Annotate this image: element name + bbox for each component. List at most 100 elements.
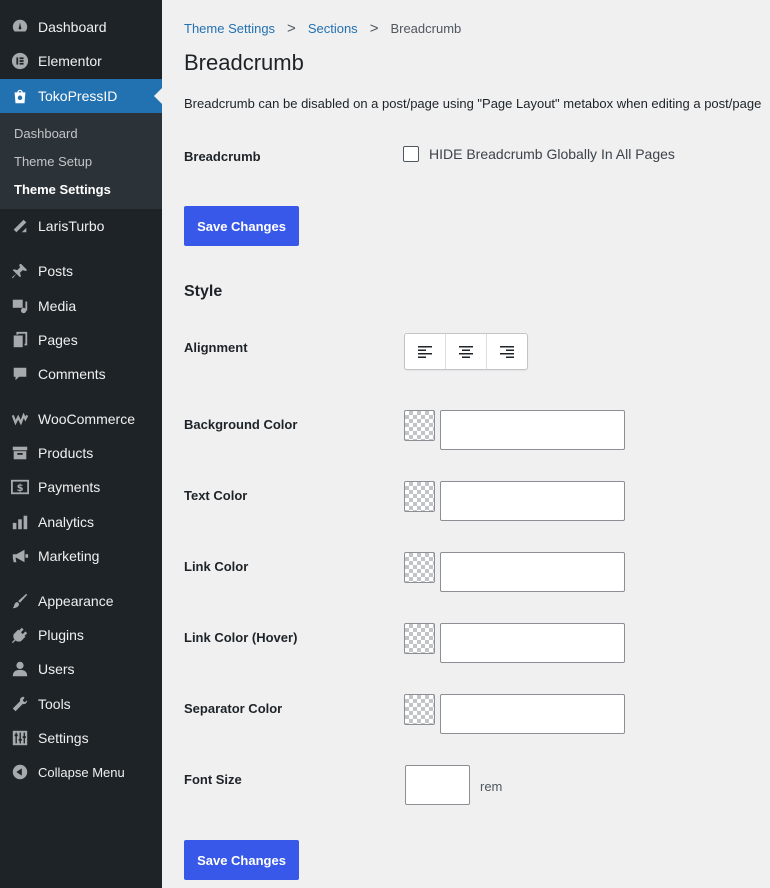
pages-icon bbox=[10, 330, 30, 350]
megaphone-icon bbox=[10, 546, 30, 566]
user-icon bbox=[10, 659, 30, 679]
sidebar-item-label: TokoPressID bbox=[38, 88, 118, 104]
style-section-title: Style bbox=[184, 283, 223, 300]
text-color-swatch[interactable] bbox=[404, 481, 435, 512]
alignment-label: Alignment bbox=[184, 340, 248, 355]
sidebar-item-posts[interactable]: Posts bbox=[0, 254, 162, 288]
sidebar-item-media[interactable]: Media bbox=[0, 289, 162, 323]
sidebar-item-woocommerce[interactable]: WooCommerce bbox=[0, 402, 162, 436]
breadcrumb-separator: > bbox=[369, 20, 379, 37]
sidebar-item-label: Elementor bbox=[38, 53, 102, 69]
sidebar-item-label: Appearance bbox=[38, 593, 114, 609]
collapse-arrow-icon bbox=[10, 762, 30, 782]
sidebar-item-pages[interactable]: Pages bbox=[0, 323, 162, 357]
link-color-input[interactable] bbox=[440, 552, 625, 592]
sidebar-item-appearance[interactable]: Appearance bbox=[0, 584, 162, 618]
sidebar-item-label: Payments bbox=[38, 479, 101, 495]
sidebar-item-label: WooCommerce bbox=[38, 411, 135, 427]
text-color-label: Text Color bbox=[184, 488, 248, 503]
sliders-icon bbox=[10, 728, 30, 748]
hide-breadcrumb-option[interactable]: HIDE Breadcrumb Globally In All Pages bbox=[403, 146, 675, 162]
wrench-icon bbox=[10, 694, 30, 714]
breadcrumb-current: Breadcrumb bbox=[390, 21, 462, 36]
link-color-hover-swatch[interactable] bbox=[404, 623, 435, 654]
archive-icon bbox=[10, 443, 30, 463]
sidebar-item-label: Products bbox=[38, 445, 94, 461]
background-color-input[interactable] bbox=[440, 410, 625, 450]
dashboard-icon bbox=[10, 17, 30, 37]
payment-icon: $ bbox=[10, 477, 30, 497]
hide-breadcrumb-label: HIDE Breadcrumb Globally In All Pages bbox=[429, 146, 675, 162]
link-color-label: Link Color bbox=[184, 559, 249, 574]
background-color-label: Background Color bbox=[184, 417, 298, 432]
submenu-item-theme-setup[interactable]: Theme Setup bbox=[14, 154, 92, 169]
plugin-icon bbox=[10, 625, 30, 645]
sidebar-item-comments[interactable]: Comments bbox=[0, 357, 162, 391]
font-size-input[interactable] bbox=[405, 765, 470, 805]
elementor-icon bbox=[10, 51, 30, 71]
sidebar-item-payments[interactable]: $ Payments bbox=[0, 470, 162, 504]
woocommerce-icon bbox=[10, 409, 30, 429]
bar-chart-icon bbox=[10, 512, 30, 532]
main-content: Theme Settings > Sections > Breadcrumb B… bbox=[162, 0, 770, 888]
page-description: Breadcrumb can be disabled on a post/pag… bbox=[184, 96, 762, 111]
paintbrush-icon bbox=[10, 591, 30, 611]
sidebar-item-label: Tools bbox=[38, 696, 71, 712]
admin-sidebar: Dashboard Elementor TokoPressID Dashboar… bbox=[0, 0, 162, 888]
align-center-icon bbox=[459, 345, 473, 358]
comment-icon bbox=[10, 364, 30, 384]
media-icon bbox=[10, 296, 30, 316]
align-left-icon bbox=[418, 345, 432, 358]
sidebar-item-analytics[interactable]: Analytics bbox=[0, 505, 162, 539]
submenu-item-dashboard[interactable]: Dashboard bbox=[14, 126, 78, 141]
sidebar-item-elementor[interactable]: Elementor bbox=[0, 44, 162, 78]
breadcrumb-field-label: Breadcrumb bbox=[184, 149, 261, 164]
align-left-button[interactable] bbox=[405, 334, 446, 369]
alignment-button-group bbox=[404, 333, 528, 370]
page-title: Breadcrumb bbox=[184, 50, 304, 75]
tokopress-submenu: Dashboard Theme Setup Theme Settings bbox=[0, 113, 162, 209]
svg-text:$: $ bbox=[17, 483, 24, 494]
sidebar-item-label: LarisTurbo bbox=[38, 218, 105, 234]
sidebar-item-products[interactable]: Products bbox=[0, 436, 162, 470]
background-color-swatch[interactable] bbox=[404, 410, 435, 441]
sidebar-item-label: Users bbox=[38, 661, 75, 677]
collapse-menu-button[interactable]: Collapse Menu bbox=[0, 755, 162, 789]
save-changes-button-bottom[interactable]: Save Changes bbox=[184, 840, 299, 880]
link-color-swatch[interactable] bbox=[404, 552, 435, 583]
align-right-button[interactable] bbox=[487, 334, 527, 369]
sidebar-item-label: Marketing bbox=[38, 548, 100, 564]
sidebar-item-label: Settings bbox=[38, 730, 89, 746]
separator-color-swatch[interactable] bbox=[404, 694, 435, 725]
laristurbo-icon bbox=[10, 216, 30, 236]
tokopress-bag-icon bbox=[10, 86, 30, 106]
sidebar-item-laristurbo[interactable]: LarisTurbo bbox=[0, 209, 162, 243]
sidebar-item-marketing[interactable]: Marketing bbox=[0, 539, 162, 573]
sidebar-item-label: Analytics bbox=[38, 514, 95, 530]
sidebar-item-plugins[interactable]: Plugins bbox=[0, 618, 162, 652]
link-color-hover-label: Link Color (Hover) bbox=[184, 630, 298, 645]
separator-color-input[interactable] bbox=[440, 694, 625, 734]
align-right-icon bbox=[500, 345, 514, 358]
sidebar-item-tools[interactable]: Tools bbox=[0, 687, 162, 721]
sidebar-item-label: Comments bbox=[38, 366, 106, 382]
sidebar-item-label: Media bbox=[38, 298, 77, 314]
sidebar-item-settings[interactable]: Settings bbox=[0, 721, 162, 755]
link-color-hover-input[interactable] bbox=[440, 623, 625, 663]
sidebar-item-users[interactable]: Users bbox=[0, 652, 162, 686]
save-changes-button[interactable]: Save Changes bbox=[184, 206, 299, 246]
pushpin-icon bbox=[10, 261, 30, 281]
sidebar-item-dashboard[interactable]: Dashboard bbox=[0, 10, 162, 44]
sidebar-item-label: Collapse Menu bbox=[38, 764, 125, 780]
separator-color-label: Separator Color bbox=[184, 701, 283, 716]
font-size-label: Font Size bbox=[184, 772, 242, 787]
align-center-button[interactable] bbox=[446, 334, 487, 369]
sidebar-item-label: Dashboard bbox=[38, 19, 107, 35]
breadcrumb-link-sections[interactable]: Sections bbox=[308, 21, 358, 36]
breadcrumb-link-theme-settings[interactable]: Theme Settings bbox=[184, 21, 275, 36]
text-color-input[interactable] bbox=[440, 481, 625, 521]
hide-breadcrumb-checkbox[interactable] bbox=[403, 146, 419, 162]
breadcrumb-separator: > bbox=[287, 20, 296, 37]
sidebar-item-tokopressid[interactable]: TokoPressID bbox=[0, 79, 162, 113]
submenu-item-theme-settings[interactable]: Theme Settings bbox=[14, 182, 111, 197]
